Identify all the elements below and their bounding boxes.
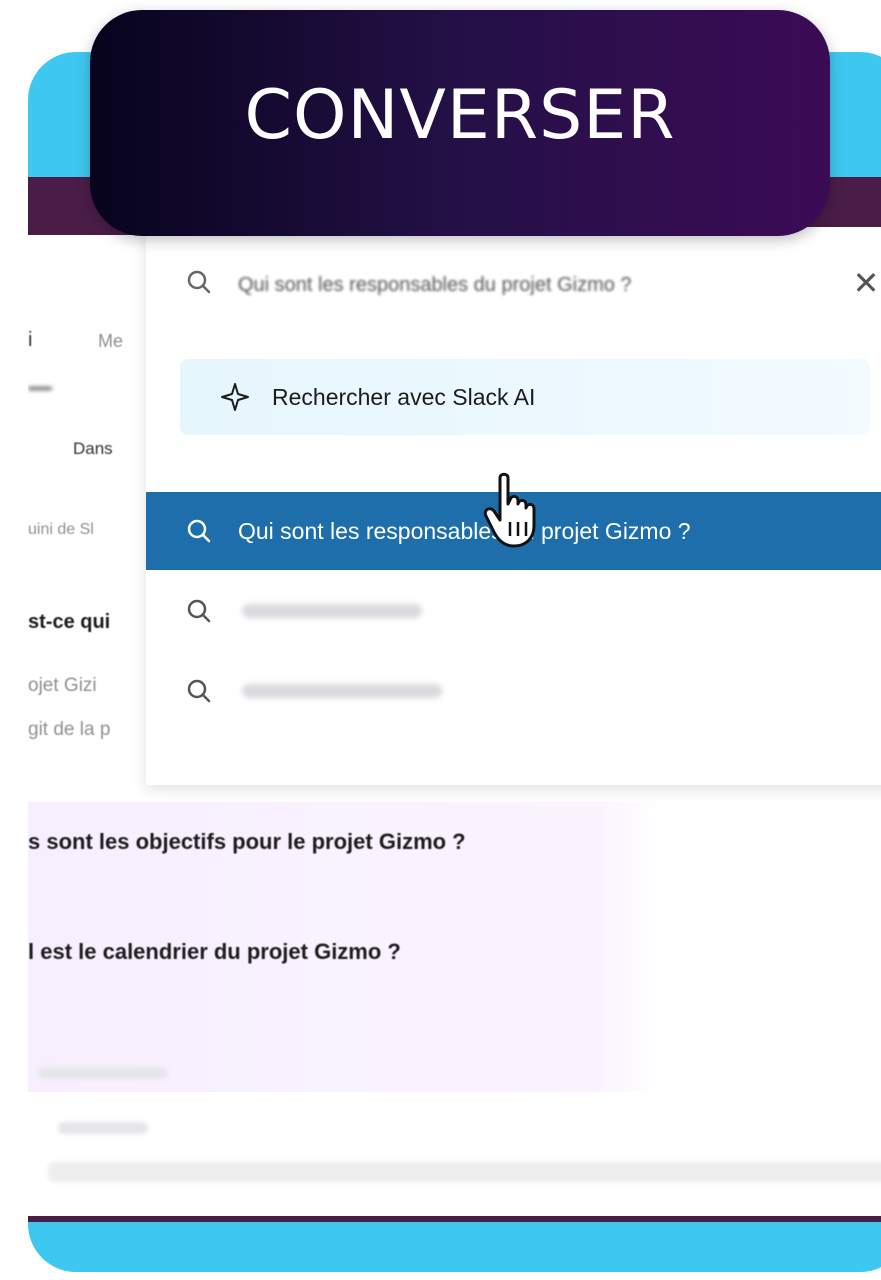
search-bar: ✕: [146, 227, 881, 337]
result-line: ojet Gizi: [28, 675, 97, 696]
filter-label[interactable]: Dans: [73, 439, 113, 459]
search-suggestion[interactable]: [146, 572, 881, 650]
sparkle-icon: [221, 383, 249, 411]
result-heading[interactable]: st-ce qui: [28, 611, 110, 634]
header-banner: CONVERSER: [90, 10, 830, 236]
close-icon[interactable]: ✕: [846, 263, 881, 303]
search-icon: [187, 679, 211, 703]
slack-app-window: i Me Dans uini de Sl st-ce qui ojet Gizi…: [28, 177, 881, 1222]
blurred-input: [48, 1162, 881, 1182]
app-bottom-bar: [28, 1216, 881, 1222]
blurred-suggestion-text: [242, 604, 422, 618]
blurred-text: [58, 1122, 148, 1134]
search-input[interactable]: [236, 271, 800, 299]
search-icon: [187, 270, 211, 294]
nav-item[interactable]: i: [28, 329, 32, 352]
search-suggestion-label: Qui sont les responsables du projet Gizm…: [238, 517, 691, 544]
hand-pointer-icon: [483, 472, 536, 548]
suggested-question[interactable]: l est le calendrier du projet Gizmo ?: [28, 939, 401, 965]
banner-title: CONVERSER: [244, 75, 676, 155]
nav-underline: [28, 387, 52, 390]
nav-item[interactable]: Me: [98, 331, 123, 352]
search-icon: [187, 519, 211, 543]
slack-ai-search-label: Rechercher avec Slack AI: [272, 383, 536, 410]
blurred-text: [38, 1067, 168, 1079]
search-suggestion[interactable]: [146, 652, 881, 730]
suggested-question[interactable]: s sont les objectifs pour le projet Gizm…: [28, 829, 466, 855]
slack-ai-search-option[interactable]: Rechercher avec Slack AI: [180, 359, 870, 435]
blurred-suggestion-text: [242, 684, 442, 698]
snippet-text: uini de Sl: [28, 521, 94, 538]
result-line: git de la p: [28, 719, 111, 740]
search-icon: [187, 599, 211, 623]
